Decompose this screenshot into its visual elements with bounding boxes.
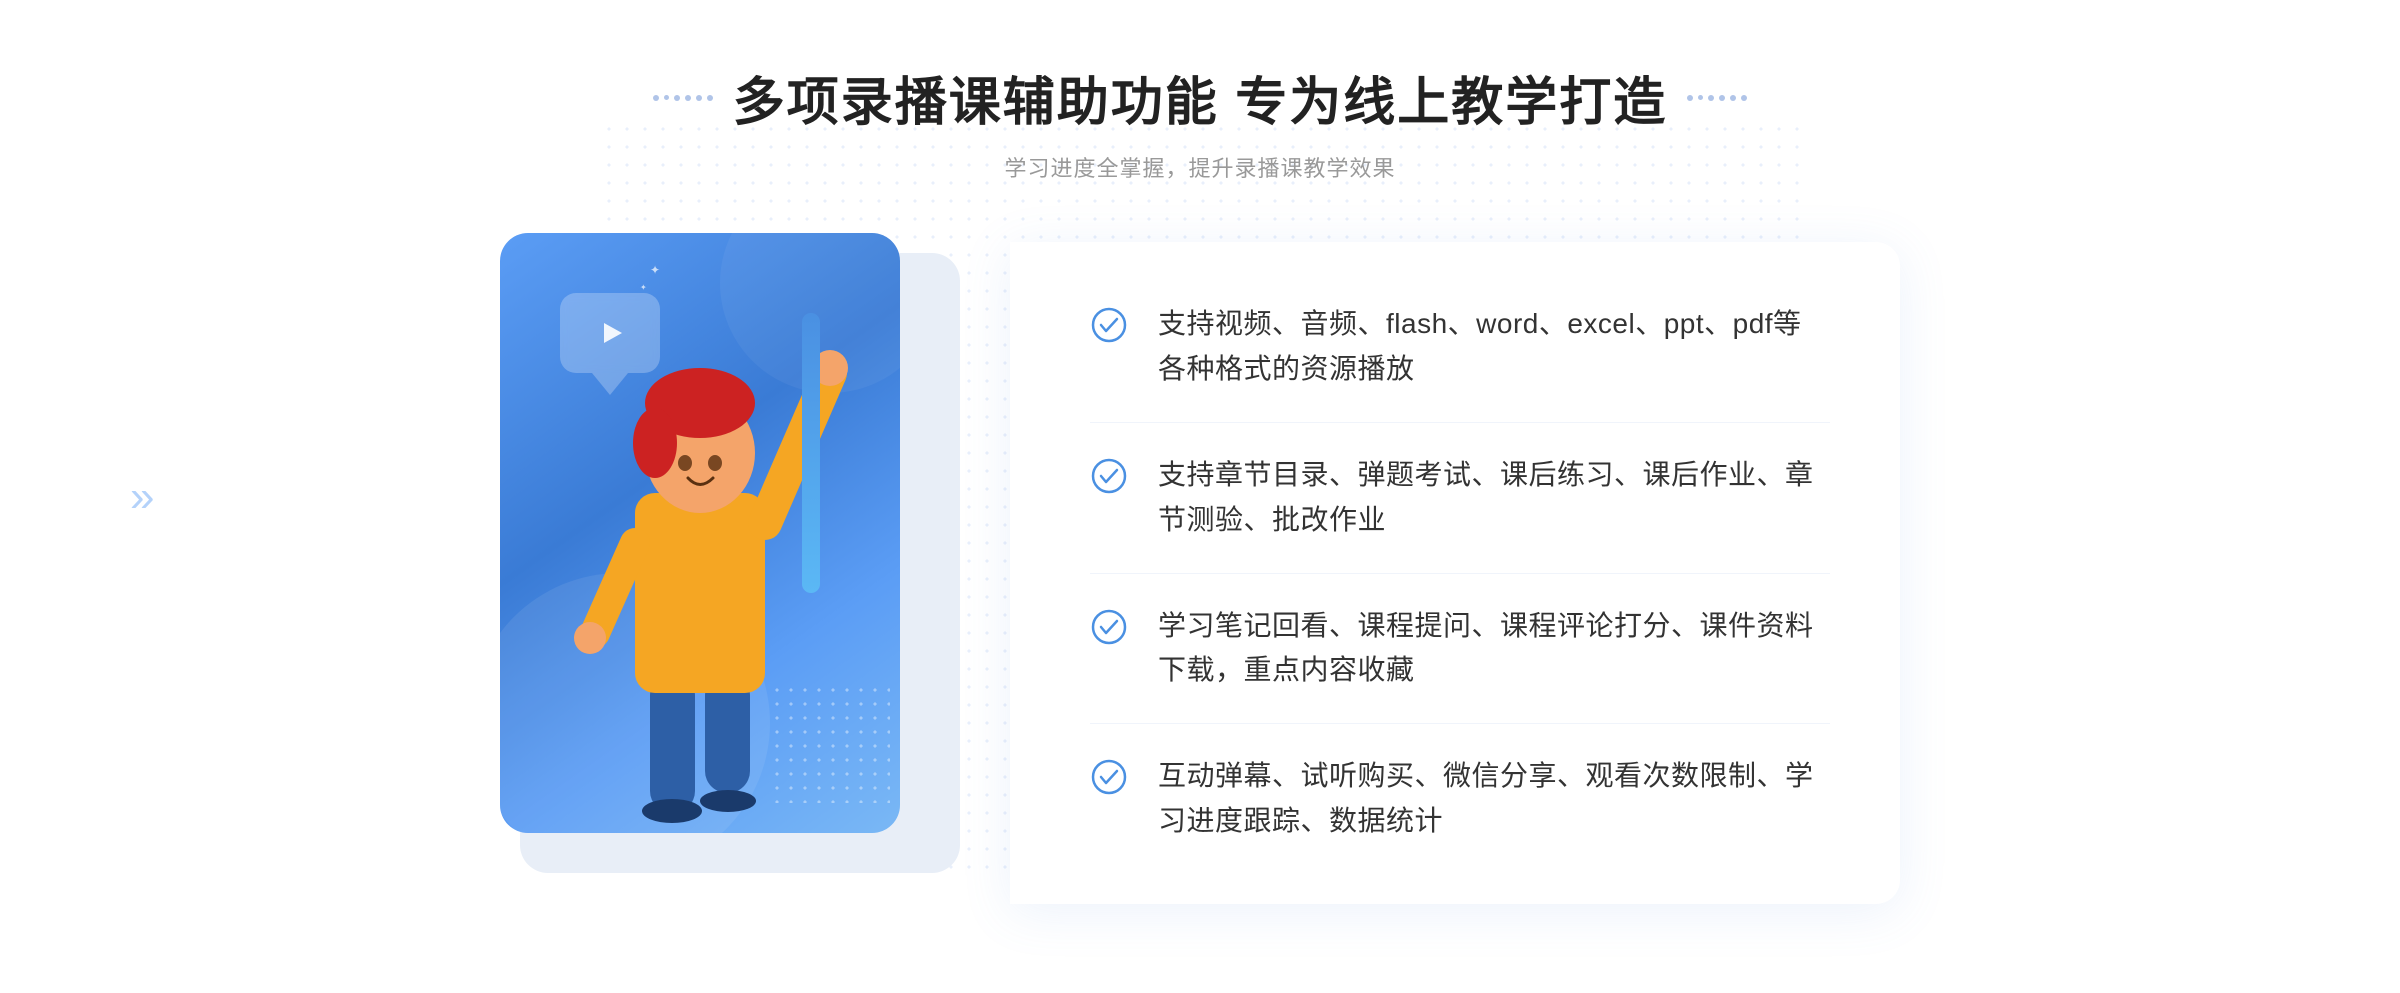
check-icon-3 — [1090, 608, 1128, 646]
dot-3 — [674, 95, 680, 101]
page-container: » 多项录播课辅助功能 专为线上教学打造 学习进度全掌握，提升录播课 — [0, 0, 2400, 993]
content-section: 支持视频、音频、flash、word、excel、ppt、pdf等各种格式的资源… — [500, 233, 1900, 913]
dot-6 — [707, 95, 713, 101]
play-bubble — [560, 293, 660, 395]
feature-item-2: 支持章节目录、弹题考试、课后练习、课后作业、章节测验、批改作业 — [1090, 423, 1830, 574]
feature-item-4: 互动弹幕、试听购买、微信分享、观看次数限制、学习进度跟踪、数据统计 — [1090, 724, 1830, 874]
dot-r1 — [1687, 95, 1693, 101]
title-dots-left — [653, 95, 713, 101]
feature-text-2: 支持章节目录、弹题考试、课后练习、课后作业、章节测验、批改作业 — [1158, 453, 1830, 543]
page-deco-left: » — [130, 472, 148, 522]
feature-item-3: 学习笔记回看、课程提问、课程评论打分、课件资料下载，重点内容收藏 — [1090, 574, 1830, 725]
dot-r3 — [1708, 95, 1714, 101]
check-icon-1 — [1090, 306, 1128, 344]
feature-item-1: 支持视频、音频、flash、word、excel、ppt、pdf等各种格式的资源… — [1090, 272, 1830, 423]
check-icon-4 — [1090, 758, 1128, 796]
dot-4 — [685, 95, 691, 101]
illus-blue-card — [500, 233, 900, 833]
dot-r2 — [1698, 95, 1703, 100]
main-title: 多项录播课辅助功能 专为线上教学打造 — [733, 60, 1667, 135]
dot-5 — [696, 95, 702, 101]
feature-text-3: 学习笔记回看、课程提问、课程评论打分、课件资料下载，重点内容收藏 — [1158, 604, 1830, 694]
title-dots-right — [1687, 95, 1747, 101]
play-bubble-box — [560, 293, 660, 373]
check-icon-2 — [1090, 457, 1128, 495]
feature-text-1: 支持视频、音频、flash、word、excel、ppt、pdf等各种格式的资源… — [1158, 302, 1830, 392]
play-icon — [590, 313, 630, 353]
illustration-area — [500, 233, 1020, 913]
dot-r5 — [1730, 95, 1736, 101]
features-panel: 支持视频、音频、flash、word、excel、ppt、pdf等各种格式的资源… — [1010, 242, 1900, 903]
dot-r4 — [1719, 95, 1725, 101]
play-bubble-tail — [592, 373, 628, 395]
dot-r6 — [1741, 95, 1747, 101]
sub-title: 学习进度全掌握，提升录播课教学效果 — [653, 151, 1747, 183]
dot-2 — [664, 95, 669, 100]
header-section: 多项录播课辅助功能 专为线上教学打造 学习进度全掌握，提升录播课教学效果 — [653, 60, 1747, 183]
feature-text-4: 互动弹幕、试听购买、微信分享、观看次数限制、学习进度跟踪、数据统计 — [1158, 754, 1830, 844]
dot-1 — [653, 95, 659, 101]
chevron-left-icon: » — [130, 472, 148, 521]
title-row: 多项录播课辅助功能 专为线上教学打造 — [653, 60, 1747, 135]
blue-vertical-bar — [802, 313, 820, 593]
